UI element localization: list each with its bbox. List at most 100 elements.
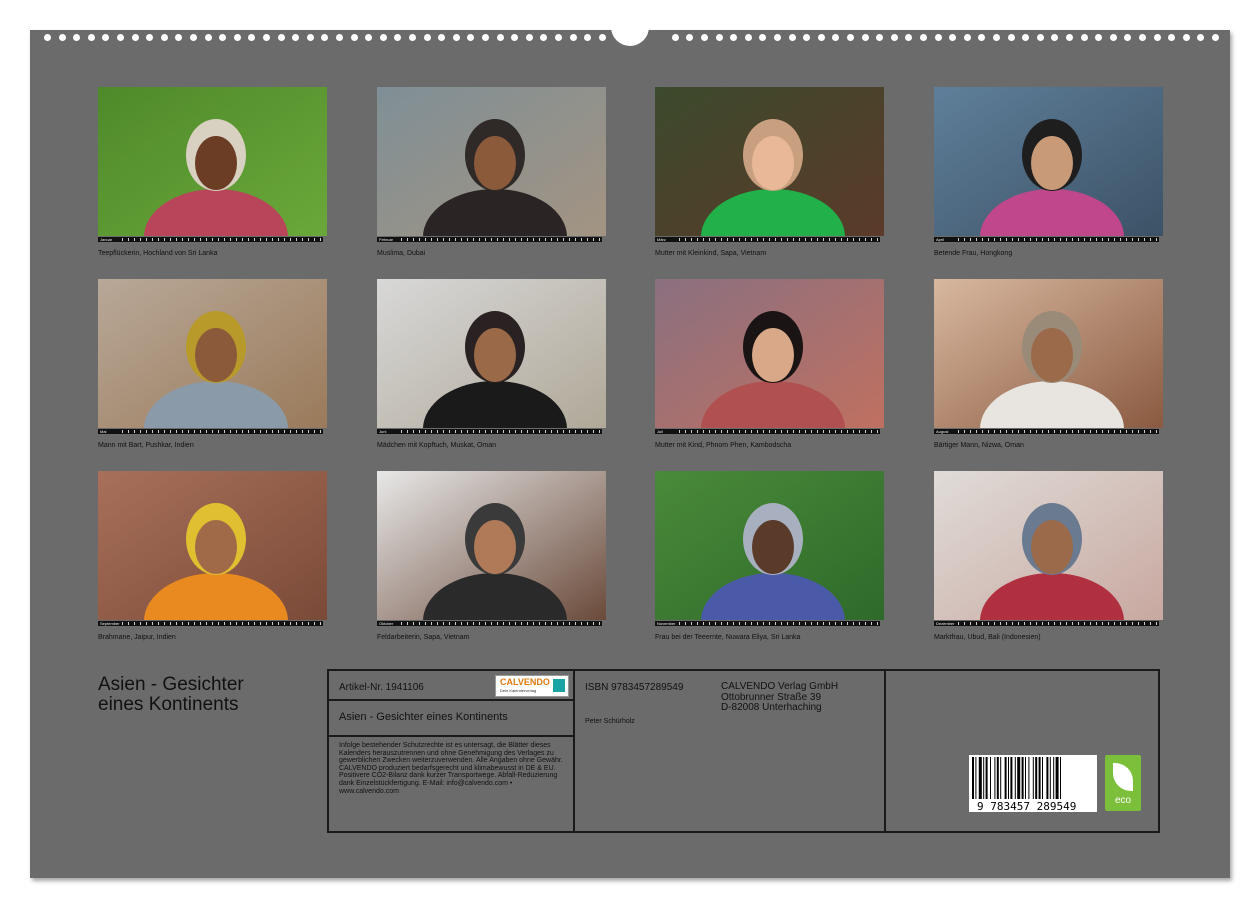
photo-cell: Januar Teepflückerin, Hochland von Sri La… bbox=[98, 87, 327, 257]
calendar-strip: Juli bbox=[655, 429, 880, 434]
binding-hole bbox=[1051, 34, 1059, 41]
barcode-bar bbox=[1035, 757, 1038, 799]
binding-hole bbox=[715, 34, 723, 41]
portrait-photo bbox=[377, 279, 606, 428]
month-name: August bbox=[936, 429, 949, 434]
barcode-bar bbox=[1028, 757, 1030, 799]
binding-hole bbox=[730, 34, 738, 41]
portrait-photo bbox=[377, 87, 606, 236]
binding-hole bbox=[920, 34, 927, 41]
photo-caption: Feldarbeiterin, Sapa, Vietnam bbox=[377, 634, 470, 641]
binding-hole bbox=[584, 34, 592, 41]
calendar-strip: März bbox=[655, 237, 880, 242]
portrait-photo bbox=[98, 471, 327, 620]
barcode-bar bbox=[1053, 757, 1055, 799]
photo-caption: Bärtiger Mann, Nizwa, Oman bbox=[934, 442, 1024, 449]
barcode-bar bbox=[990, 757, 991, 799]
photo-cell: Oktober Feldarbeiterin, Sapa, Vietnam bbox=[377, 471, 606, 641]
month-name: Mai bbox=[100, 429, 107, 434]
binding-hole bbox=[409, 34, 416, 41]
binding-hole bbox=[438, 34, 446, 41]
calendar-strip: Oktober bbox=[377, 621, 602, 626]
binding-hole bbox=[876, 34, 884, 41]
photo-caption: Marktfrau, Ubud, Bali (Indonesien) bbox=[934, 634, 1041, 641]
binding-hole bbox=[701, 34, 708, 41]
binding-hole bbox=[963, 34, 971, 41]
calendar-strip: November bbox=[655, 621, 880, 626]
barcode-bar bbox=[983, 757, 985, 799]
calendar-strip: Juni bbox=[377, 429, 602, 434]
portrait-photo bbox=[934, 279, 1163, 428]
photo-cell: Februar Muslima, Dubai bbox=[377, 87, 606, 257]
binding-hole bbox=[160, 34, 168, 41]
isbn: ISBN 9783457289549 bbox=[585, 682, 684, 693]
month-name: März bbox=[657, 237, 666, 242]
photo-cell: Juni Mädchen mit Kopftuch, Muskat, Oman bbox=[377, 279, 606, 449]
binding-hole bbox=[58, 34, 66, 41]
logo-mark-icon bbox=[553, 679, 565, 692]
divider bbox=[573, 671, 575, 831]
binding-hole bbox=[890, 34, 898, 41]
portrait-photo bbox=[98, 87, 327, 236]
binding-hole bbox=[569, 34, 577, 41]
binding-hole bbox=[1182, 34, 1190, 41]
photo-caption: Betende Frau, Hongkong bbox=[934, 250, 1013, 257]
calvendo-logo: CALVENDO Dein Kalenderverlag bbox=[495, 675, 569, 697]
binding-hole bbox=[861, 34, 869, 41]
title-line-2: eines Kontinents bbox=[98, 694, 239, 715]
month-name: Juni bbox=[379, 429, 387, 434]
month-name: Juli bbox=[657, 429, 664, 434]
binding-hole bbox=[847, 34, 854, 41]
barcode-bar bbox=[1010, 757, 1013, 799]
photo-cell: September Brahmane, Jaipur, Indien bbox=[98, 471, 327, 641]
binding-hole bbox=[233, 34, 241, 41]
photo-caption: Brahmane, Jaipur, Indien bbox=[98, 634, 176, 641]
photo-caption: Frau bei der Teeernte, Nuwara Eliya, Sri… bbox=[655, 634, 801, 641]
binding-hole bbox=[277, 34, 285, 41]
binding-hole bbox=[759, 34, 767, 41]
binding-hole bbox=[1124, 34, 1132, 41]
eco-label: eco bbox=[1114, 795, 1132, 806]
binding-hole bbox=[131, 34, 139, 41]
calendar-strip: Februar bbox=[377, 237, 602, 242]
binding-hole bbox=[394, 34, 402, 41]
binding-hole bbox=[175, 34, 183, 41]
eco-badge: eco bbox=[1105, 755, 1141, 811]
barcode-number: 9 783457 289549 bbox=[977, 800, 1077, 813]
day-ticks bbox=[122, 238, 323, 241]
binding-hole bbox=[1080, 34, 1088, 41]
day-ticks bbox=[958, 622, 1159, 625]
photo-cell: April Betende Frau, Hongkong bbox=[934, 87, 1163, 257]
barcode-bar bbox=[1004, 757, 1007, 799]
binding-hole bbox=[1212, 34, 1219, 41]
calendar-back-page: Januar Teepflückerin, Hochland von Sri La… bbox=[30, 26, 1230, 878]
day-ticks bbox=[122, 622, 323, 625]
binding-hole bbox=[365, 34, 373, 41]
barcode-bar bbox=[1014, 757, 1016, 799]
logo-text: CALVENDO bbox=[500, 677, 550, 687]
day-ticks bbox=[401, 238, 602, 241]
day-ticks bbox=[401, 622, 602, 625]
binding-hole bbox=[817, 34, 825, 41]
barcode-bar bbox=[1046, 757, 1049, 799]
barcode-bar bbox=[985, 757, 988, 799]
publisher-name: CALVENDO Verlag GmbH bbox=[721, 681, 839, 692]
barcode-bar bbox=[975, 757, 977, 799]
binding-hole bbox=[686, 34, 694, 41]
day-ticks bbox=[122, 430, 323, 433]
info-box: Artikel-Nr. 1941106 CALVENDO Dein Kalend… bbox=[327, 669, 1160, 833]
binding-hole bbox=[1197, 34, 1205, 41]
barcode-bar bbox=[996, 757, 999, 799]
photo-caption: Muslima, Dubai bbox=[377, 250, 426, 257]
title-line-1: Asien - Gesichter bbox=[98, 674, 244, 695]
month-name: Dezember bbox=[936, 621, 955, 626]
divider bbox=[329, 735, 573, 737]
calendar-strip: Dezember bbox=[934, 621, 1159, 626]
binding-hole bbox=[525, 34, 533, 41]
photo-caption: Mann mit Bart, Pushkar, Indien bbox=[98, 442, 194, 449]
photo-cell: August Bärtiger Mann, Nizwa, Oman bbox=[934, 279, 1163, 449]
article-number: Artikel-Nr. 1941106 bbox=[339, 682, 424, 693]
binding-hole bbox=[117, 34, 124, 41]
binding-hole bbox=[379, 34, 387, 41]
binding-hole bbox=[934, 34, 942, 41]
